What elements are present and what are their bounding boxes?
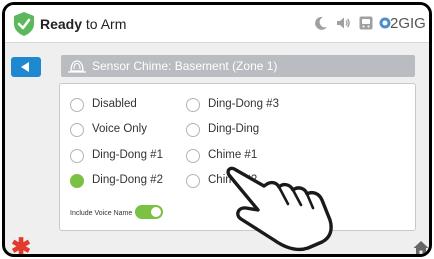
bottom-bar: ✱ [5, 236, 429, 256]
device-screen: Ready to Arm 2GIG Sensor Chime: Basement… [2, 2, 432, 257]
chime-bell-icon [68, 60, 86, 73]
option-label: Ding-Dong #1 [92, 149, 163, 161]
pointing-hand-icon [226, 166, 333, 252]
toolbar: Sensor Chime: Basement (Zone 1) [5, 43, 429, 77]
option-voice-only[interactable]: Voice Only [70, 122, 170, 138]
voice-name-label: Include Voice Name [70, 210, 133, 217]
radio-button[interactable] [186, 174, 200, 188]
emergency-star-icon[interactable]: ✱ [11, 236, 31, 255]
brand-name: 2GIG [390, 15, 426, 32]
radio-button[interactable] [70, 149, 84, 163]
radio-button[interactable] [186, 149, 200, 163]
panel-icon[interactable] [358, 15, 374, 31]
radio-button-selected[interactable] [70, 174, 84, 188]
shield-check-icon[interactable] [13, 11, 35, 37]
voice-name-toggle[interactable] [135, 205, 163, 219]
page-title: Sensor Chime: Basement (Zone 1) [92, 59, 278, 73]
moon-icon[interactable] [313, 15, 329, 31]
radio-button[interactable] [70, 98, 84, 112]
back-button[interactable] [11, 57, 41, 77]
arm-status-text[interactable]: Ready to Arm [40, 16, 126, 32]
radio-button[interactable] [186, 98, 200, 112]
option-disabled[interactable]: Disabled [70, 97, 170, 113]
page-title-bar: Sensor Chime: Basement (Zone 1) [61, 55, 415, 77]
status-rest: to Arm [82, 16, 127, 32]
home-icon[interactable] [413, 240, 429, 256]
option-ding-dong-1[interactable]: Ding-Dong #1 [70, 148, 170, 164]
speaker-icon[interactable] [335, 15, 351, 31]
option-label: Voice Only [92, 123, 147, 135]
option-label: Ding-Dong #2 [92, 174, 163, 186]
status-bar: Ready to Arm 2GIG [5, 5, 429, 43]
option-label: Ding-Dong #3 [208, 98, 279, 110]
option-ding-dong-3[interactable]: Ding-Dong #3 [186, 97, 296, 113]
option-ding-ding[interactable]: Ding-Ding [186, 122, 296, 138]
status-bold: Ready [40, 16, 83, 32]
radio-button[interactable] [186, 123, 200, 137]
radio-button[interactable] [70, 123, 84, 137]
option-label: Ding-Ding [208, 123, 260, 135]
option-ding-dong-2[interactable]: Ding-Dong #2 [70, 173, 170, 189]
option-label: Disabled [92, 98, 137, 110]
